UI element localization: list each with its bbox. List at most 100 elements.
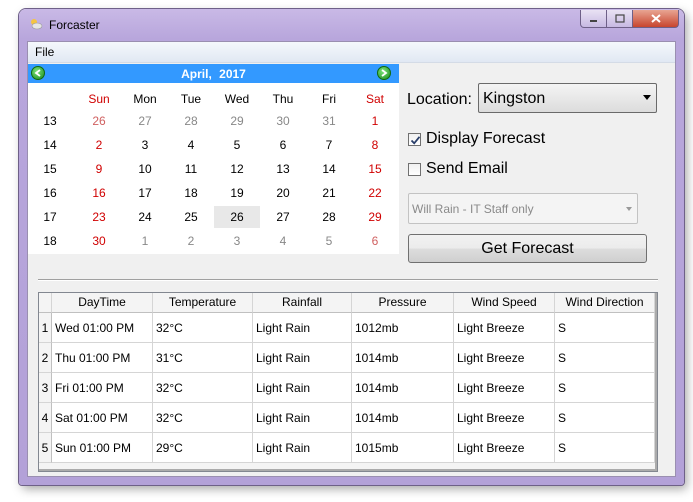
grid-cell[interactable]: 1012mb: [352, 313, 454, 343]
caption-buttons: [580, 10, 679, 29]
calendar-day[interactable]: 25: [168, 206, 214, 228]
calendar-day[interactable]: 2: [76, 134, 122, 156]
calendar-day[interactable]: 22: [352, 182, 398, 204]
grid-cell[interactable]: Light Breeze: [454, 343, 555, 373]
grid-cell[interactable]: S: [555, 313, 655, 343]
calendar-day[interactable]: 18: [168, 182, 214, 204]
get-forecast-button[interactable]: Get Forecast: [408, 234, 647, 263]
grid-cell[interactable]: S: [555, 433, 655, 463]
calendar-day[interactable]: 19: [214, 182, 260, 204]
minimize-button[interactable]: [580, 10, 607, 28]
calendar-day[interactable]: 2: [168, 230, 214, 252]
next-month-button[interactable]: [377, 66, 391, 80]
grid-cell[interactable]: 29°C: [153, 433, 253, 463]
grid-cell[interactable]: Sat 01:00 PM: [52, 403, 153, 433]
calendar-day[interactable]: 13: [260, 158, 306, 180]
calendar-day[interactable]: 28: [168, 110, 214, 132]
calendar-day[interactable]: 27: [260, 206, 306, 228]
close-button[interactable]: [633, 10, 679, 28]
grid-cell[interactable]: Light Rain: [253, 433, 352, 463]
calendar-day[interactable]: 28: [306, 206, 352, 228]
location-select[interactable]: Kingston: [478, 83, 657, 113]
calendar-day[interactable]: 31: [306, 110, 352, 132]
calendar-day[interactable]: 5: [306, 230, 352, 252]
calendar-day[interactable]: 26: [76, 110, 122, 132]
grid-row-header[interactable]: 2: [39, 343, 52, 373]
grid-cell[interactable]: Sun 01:00 PM: [52, 433, 153, 463]
calendar-day[interactable]: 6: [260, 134, 306, 156]
grid-column-header[interactable]: Pressure: [352, 293, 454, 313]
grid-cell[interactable]: 1014mb: [352, 373, 454, 403]
grid-row-header[interactable]: 1: [39, 313, 52, 343]
grid-cell[interactable]: 1014mb: [352, 403, 454, 433]
calendar-month-year[interactable]: April, 2017: [28, 67, 399, 81]
calendar-day[interactable]: 27: [122, 110, 168, 132]
grid-cell[interactable]: Wed 01:00 PM: [52, 313, 153, 343]
calendar-day[interactable]: 7: [306, 134, 352, 156]
grid-cell[interactable]: Light Breeze: [454, 403, 555, 433]
grid-cell[interactable]: 31°C: [153, 343, 253, 373]
calendar-day[interactable]: 3: [122, 134, 168, 156]
calendar-day[interactable]: 6: [352, 230, 398, 252]
calendar-day[interactable]: 29: [214, 110, 260, 132]
grid-row-header[interactable]: 3: [39, 373, 52, 403]
calendar-day[interactable]: 8: [352, 134, 398, 156]
calendar-day[interactable]: 3: [214, 230, 260, 252]
grid-cell[interactable]: Light Rain: [253, 343, 352, 373]
forecast-grid[interactable]: DayTime Temperature Rainfall Pressure Wind S…: [38, 292, 658, 472]
grid-cell[interactable]: Light Breeze: [454, 373, 555, 403]
calendar-month[interactable]: April,: [181, 67, 212, 81]
grid-cell[interactable]: Light Rain: [253, 373, 352, 403]
grid-column-header[interactable]: Wind Speed: [454, 293, 555, 313]
grid-cell[interactable]: Light Rain: [253, 313, 352, 343]
grid-cell[interactable]: 1015mb: [352, 433, 454, 463]
calendar-day[interactable]: 14: [306, 158, 352, 180]
grid-column-header[interactable]: DayTime: [52, 293, 153, 313]
grid-cell[interactable]: 32°C: [153, 373, 253, 403]
grid-row-header[interactable]: 4: [39, 403, 52, 433]
calendar-day[interactable]: 1: [352, 110, 398, 132]
grid-cell[interactable]: S: [555, 373, 655, 403]
calendar-day[interactable]: 15: [352, 158, 398, 180]
checkbox-box[interactable]: [408, 133, 421, 146]
grid-cell[interactable]: 1014mb: [352, 343, 454, 373]
calendar-day[interactable]: 12: [214, 158, 260, 180]
calendar-day[interactable]: 5: [214, 134, 260, 156]
calendar-day[interactable]: 30: [260, 110, 306, 132]
calendar-day[interactable]: 4: [260, 230, 306, 252]
calendar-day[interactable]: 23: [76, 206, 122, 228]
maximize-button[interactable]: [607, 10, 633, 28]
calendar-day[interactable]: 29: [352, 206, 398, 228]
grid-cell[interactable]: 32°C: [153, 403, 253, 433]
calendar-day[interactable]: 24: [122, 206, 168, 228]
calendar-day[interactable]: 30: [76, 230, 122, 252]
checkbox-box[interactable]: [408, 163, 421, 176]
calendar-day[interactable]: 11: [168, 158, 214, 180]
grid-cell[interactable]: Light Breeze: [454, 433, 555, 463]
grid-cell[interactable]: S: [555, 403, 655, 433]
grid-column-header[interactable]: Temperature: [153, 293, 253, 313]
calendar-day[interactable]: 26: [214, 206, 260, 228]
grid-cell[interactable]: Light Breeze: [454, 313, 555, 343]
grid-row-header[interactable]: 5: [39, 433, 52, 463]
title-bar[interactable]: Forcaster: [19, 9, 684, 39]
grid-cell[interactable]: Light Rain: [253, 403, 352, 433]
calendar-day[interactable]: 17: [122, 182, 168, 204]
calendar-day[interactable]: 20: [260, 182, 306, 204]
grid-cell[interactable]: S: [555, 343, 655, 373]
grid-column-header[interactable]: Wind Direction: [555, 293, 655, 313]
menu-file[interactable]: File: [35, 45, 54, 59]
grid-column-header[interactable]: Rainfall: [253, 293, 352, 313]
calendar-day[interactable]: 21: [306, 182, 352, 204]
calendar-day[interactable]: 16: [76, 182, 122, 204]
email-recipient-select[interactable]: Will Rain - IT Staff only: [408, 193, 638, 224]
grid-cell[interactable]: 32°C: [153, 313, 253, 343]
calendar-day[interactable]: 4: [168, 134, 214, 156]
calendar-day[interactable]: 10: [122, 158, 168, 180]
calendar-year[interactable]: 2017: [219, 67, 246, 81]
month-calendar[interactable]: April, 2017 Sun Mon Tue Wed Thu Fri Sat 13 26 27 2…: [28, 64, 399, 254]
grid-cell[interactable]: Fri 01:00 PM: [52, 373, 153, 403]
calendar-day[interactable]: 1: [122, 230, 168, 252]
calendar-day[interactable]: 9: [76, 158, 122, 180]
grid-cell[interactable]: Thu 01:00 PM: [52, 343, 153, 373]
